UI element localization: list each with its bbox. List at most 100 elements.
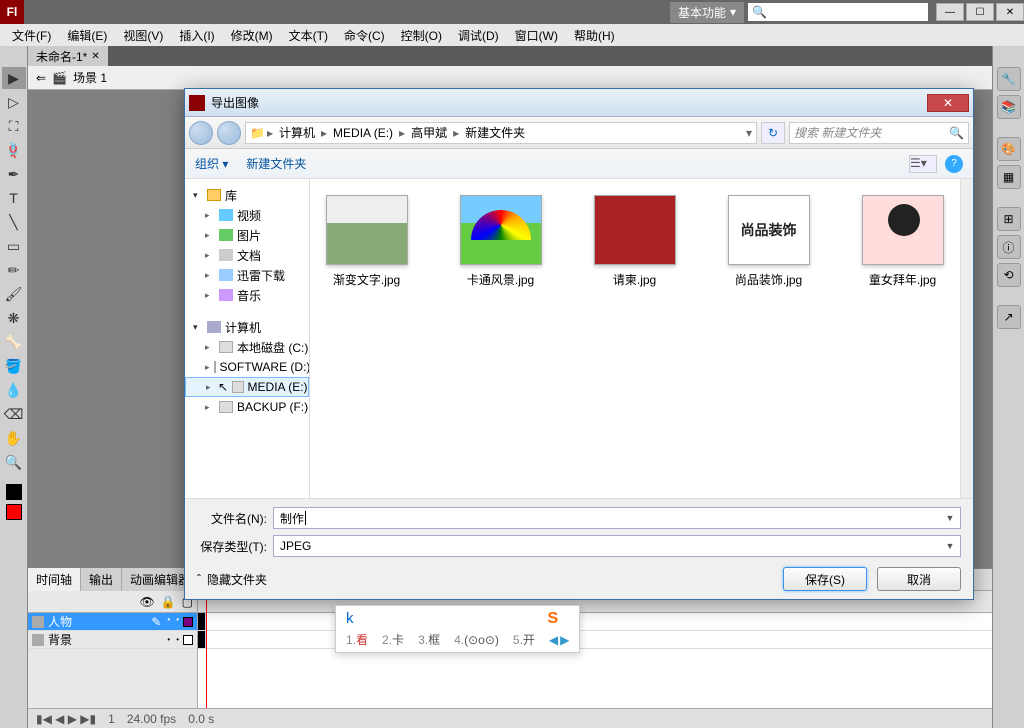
menu-commands[interactable]: 命令(C) xyxy=(336,25,393,46)
file-item[interactable]: 渐变文字.jpg xyxy=(318,195,416,288)
back-icon[interactable]: ⇐ xyxy=(36,71,46,85)
paint-bucket-tool[interactable]: 🪣 xyxy=(2,355,26,377)
search-input-top[interactable]: 🔍 xyxy=(748,3,928,21)
filename-input[interactable]: 制作▼ xyxy=(273,507,961,529)
tab-output[interactable]: 输出 xyxy=(81,568,122,591)
selection-tool[interactable]: ▶ xyxy=(2,67,26,89)
dialog-titlebar[interactable]: 导出图像 ✕ xyxy=(185,89,973,117)
tree-drive-d[interactable]: ▸SOFTWARE (D:) xyxy=(185,357,309,377)
file-item[interactable]: 尚品装饰尚品装饰.jpg xyxy=(720,195,818,288)
menu-insert[interactable]: 插入(I) xyxy=(171,25,222,46)
chevron-down-icon[interactable]: ▼ xyxy=(942,510,958,526)
save-button[interactable]: 保存(S) xyxy=(783,567,867,591)
tab-timeline[interactable]: 时间轴 xyxy=(28,568,81,591)
file-item[interactable]: 卡通风景.jpg xyxy=(452,195,550,288)
hide-folders-toggle[interactable]: ˆ隐藏文件夹 xyxy=(197,571,267,588)
breadcrumb-item[interactable]: 高甲斌 xyxy=(407,124,451,141)
lasso-tool[interactable]: 🪢 xyxy=(2,139,26,161)
help-icon[interactable]: ? xyxy=(945,155,963,173)
refresh-button[interactable]: ↻ xyxy=(761,122,785,144)
menu-debug[interactable]: 调试(D) xyxy=(450,25,507,46)
lock-icon[interactable]: 🔒 xyxy=(161,595,176,609)
menu-control[interactable]: 控制(O) xyxy=(393,25,450,46)
align-panel-icon[interactable]: ⊞ xyxy=(997,207,1021,231)
tree-downloads[interactable]: ▸迅雷下载 xyxy=(185,265,309,285)
info-panel-icon[interactable]: ⓘ xyxy=(997,235,1021,259)
breadcrumb-item[interactable]: 计算机 xyxy=(275,124,319,141)
breadcrumb-item[interactable]: 新建文件夹 xyxy=(461,124,529,141)
menu-file[interactable]: 文件(F) xyxy=(4,25,59,46)
text-tool[interactable]: T xyxy=(2,187,26,209)
pen-tool[interactable]: ✒ xyxy=(2,163,26,185)
layer-row[interactable]: 背景 •• xyxy=(28,631,197,649)
menu-view[interactable]: 视图(V) xyxy=(115,25,171,46)
tree-drive-c[interactable]: ▸本地磁盘 (C:) xyxy=(185,337,309,357)
ime-page-buttons[interactable]: ◀▶ xyxy=(549,633,569,647)
library-panel-icon[interactable]: 📚 xyxy=(997,95,1021,119)
eyedropper-tool[interactable]: 💧 xyxy=(2,379,26,401)
timeline-frames[interactable] xyxy=(198,591,992,708)
ime-candidates[interactable]: 1.看 2.卡 3.框 4.(⊙o⊙) 5.开 ◀▶ xyxy=(342,629,573,650)
menu-help[interactable]: 帮助(H) xyxy=(566,25,623,46)
properties-panel-icon[interactable]: 🔧 xyxy=(997,67,1021,91)
fill-color[interactable] xyxy=(6,504,22,520)
zoom-tool[interactable]: 🔍 xyxy=(2,451,26,473)
close-button[interactable]: ✕ xyxy=(996,3,1024,21)
folder-search-input[interactable]: 搜索 新建文件夹🔍 xyxy=(789,122,969,144)
swatches-panel-icon[interactable]: ▦ xyxy=(997,165,1021,189)
nav-forward-button[interactable] xyxy=(217,121,241,145)
line-tool[interactable]: ╲ xyxy=(2,211,26,233)
thumbnail xyxy=(326,195,408,265)
rectangle-tool[interactable]: ▭ xyxy=(2,235,26,257)
tree-computer[interactable]: ▾计算机 xyxy=(185,317,309,337)
dialog-close-button[interactable]: ✕ xyxy=(927,94,969,112)
eye-icon[interactable]: 👁 xyxy=(139,595,154,609)
stroke-color[interactable] xyxy=(6,484,22,500)
file-list[interactable]: 渐变文字.jpg 卡通风景.jpg 请柬.jpg 尚品装饰尚品装饰.jpg 童女… xyxy=(310,179,960,498)
document-tab[interactable]: 未命名-1*✕ xyxy=(28,46,108,67)
eraser-tool[interactable]: ⌫ xyxy=(2,403,26,425)
transform-panel-icon[interactable]: ⟲ xyxy=(997,263,1021,287)
subselect-tool[interactable]: ▷ xyxy=(2,91,26,113)
deco-tool[interactable]: ❋ xyxy=(2,307,26,329)
free-transform-tool[interactable]: ⛶ xyxy=(2,115,26,137)
new-folder-button[interactable]: 新建文件夹 xyxy=(246,155,306,172)
playhead[interactable] xyxy=(206,591,207,708)
workspace-dropdown[interactable]: 基本功能▾ xyxy=(670,2,744,23)
tree-pictures[interactable]: ▸图片 xyxy=(185,225,309,245)
filetype-select[interactable]: JPEG▼ xyxy=(273,535,961,557)
breadcrumb[interactable]: 📁 ▸ 计算机▸ MEDIA (E:)▸ 高甲斌▸ 新建文件夹 ▾ xyxy=(245,122,757,144)
folder-icon: 📁 xyxy=(250,126,265,140)
nav-back-button[interactable] xyxy=(189,121,213,145)
tree-library[interactable]: ▾库 xyxy=(185,185,309,205)
tree-documents[interactable]: ▸文档 xyxy=(185,245,309,265)
close-tab-icon[interactable]: ✕ xyxy=(91,51,99,62)
file-item[interactable]: 童女拜年.jpg xyxy=(854,195,952,288)
hand-tool[interactable]: ✋ xyxy=(2,427,26,449)
breadcrumb-item[interactable]: MEDIA (E:) xyxy=(329,126,397,140)
menu-edit[interactable]: 编辑(E) xyxy=(59,25,115,46)
tree-drive-e[interactable]: ▸↖MEDIA (E:) xyxy=(185,377,309,397)
tree-videos[interactable]: ▸视频 xyxy=(185,205,309,225)
brush-tool[interactable]: 🖌 xyxy=(2,283,26,305)
actions-panel-icon[interactable]: ↗ xyxy=(997,305,1021,329)
organize-button[interactable]: 组织 ▾ xyxy=(195,155,228,172)
tree-music[interactable]: ▸音乐 xyxy=(185,285,309,305)
menu-text[interactable]: 文本(T) xyxy=(281,25,336,46)
view-button[interactable]: ☰▾ xyxy=(909,155,937,173)
color-panel-icon[interactable]: 🎨 xyxy=(997,137,1021,161)
tree-drive-f[interactable]: ▸BACKUP (F:) xyxy=(185,397,309,417)
ime-popup: k S 1.看 2.卡 3.框 4.(⊙o⊙) 5.开 ◀▶ xyxy=(335,605,580,653)
minimize-button[interactable]: — xyxy=(936,3,964,21)
breadcrumb-dropdown[interactable]: ▾ xyxy=(746,126,752,140)
file-item[interactable]: 请柬.jpg xyxy=(586,195,684,288)
pencil-tool[interactable]: ✏ xyxy=(2,259,26,281)
chevron-down-icon[interactable]: ▼ xyxy=(942,538,958,554)
layer-row[interactable]: 人物 ✎•• xyxy=(28,613,197,631)
menu-modify[interactable]: 修改(M) xyxy=(223,25,281,46)
cancel-button[interactable]: 取消 xyxy=(877,567,961,591)
maximize-button[interactable]: ☐ xyxy=(966,3,994,21)
scrollbar[interactable] xyxy=(960,179,973,498)
bone-tool[interactable]: 🦴 xyxy=(2,331,26,353)
menu-window[interactable]: 窗口(W) xyxy=(507,25,566,46)
